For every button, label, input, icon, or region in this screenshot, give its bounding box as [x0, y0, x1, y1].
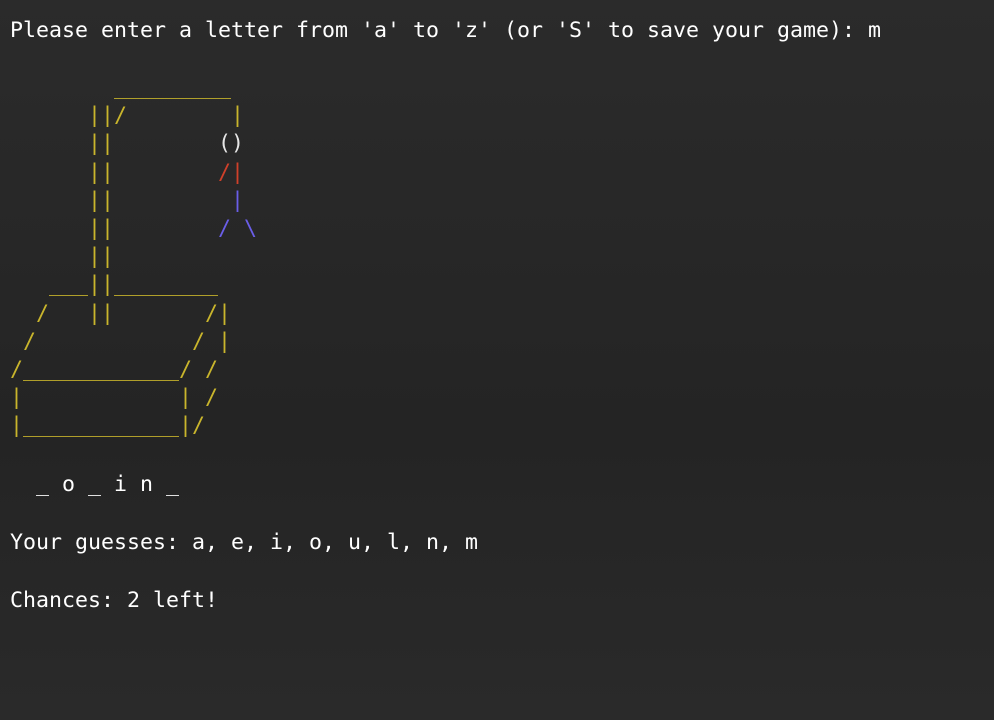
guesses-line: Your guesses: a, e, i, o, u, l, n, m	[10, 528, 994, 557]
hangman-legs: / \	[218, 216, 258, 242]
guesses-label: Your guesses:	[10, 529, 193, 555]
hangman-head: ()	[218, 131, 245, 157]
chances-text: Chances: 2 left!	[10, 587, 219, 613]
prompt-text: Please enter a letter from 'a' to 'z' (o…	[10, 18, 869, 43]
masked-word: _ o _ i n _	[10, 470, 994, 499]
terminal-window: Please enter a letter from 'a' to 'z' (o…	[0, 0, 994, 720]
masked-word-text: _ o _ i n _	[36, 471, 180, 497]
guesses-list: a, e, i, o, u, l, n, m	[192, 529, 479, 555]
hangman-gallows-art: _________ ||/ | || () || /| || | || / \ …	[10, 75, 258, 439]
prompt-line[interactable]: Please enter a letter from 'a' to 'z' (o…	[10, 16, 994, 45]
hangman-body: |	[231, 187, 245, 213]
hangman-left-arm: /|	[218, 159, 245, 185]
prompt-input[interactable]: m	[868, 18, 881, 43]
chances-line: Chances: 2 left!	[10, 586, 994, 615]
